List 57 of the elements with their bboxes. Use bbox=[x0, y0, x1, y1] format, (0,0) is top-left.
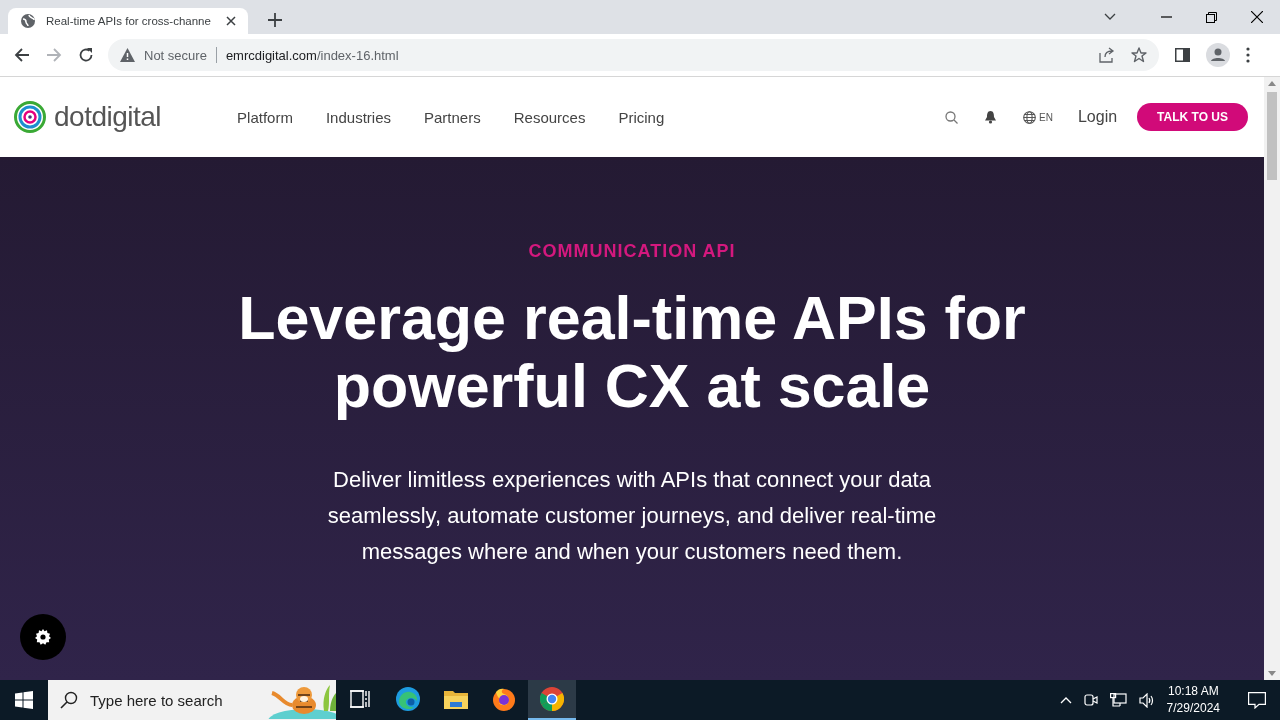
restore-icon[interactable] bbox=[1206, 11, 1217, 23]
task-view-icon bbox=[350, 690, 370, 708]
logo-text[interactable]: dotdigital bbox=[54, 101, 162, 133]
browser-icon bbox=[396, 687, 420, 711]
browser-tab[interactable]: Real-time APIs for cross-channe bbox=[8, 8, 248, 34]
login-link[interactable]: Login bbox=[1077, 108, 1118, 126]
url-text: emrcdigital.com/index-16.html bbox=[225, 47, 399, 63]
search-icon[interactable] bbox=[945, 110, 959, 124]
profile-icon[interactable] bbox=[1206, 43, 1230, 67]
volume-icon[interactable] bbox=[1138, 692, 1155, 708]
globe-icon bbox=[1023, 110, 1037, 124]
nav-link[interactable]: Partners bbox=[424, 108, 481, 126]
search-icon bbox=[60, 691, 78, 709]
new-tab-icon[interactable] bbox=[268, 13, 282, 27]
hero-headline: Leverage real-time APIs for powerful CX at scale bbox=[237, 284, 1027, 420]
folder-icon bbox=[444, 689, 468, 709]
globe-icon bbox=[20, 13, 36, 29]
address-bar[interactable]: Not secure emrcdigital.com/index-16.html bbox=[108, 39, 1159, 71]
forward-icon bbox=[46, 47, 62, 63]
browser-icon bbox=[492, 687, 516, 711]
clock-time[interactable]: 10:18 AM bbox=[1167, 683, 1219, 700]
close-icon[interactable] bbox=[226, 16, 236, 26]
chevron-up-icon[interactable] bbox=[1059, 696, 1072, 704]
chevron-down-icon[interactable] bbox=[1104, 13, 1116, 21]
windows-icon bbox=[15, 691, 33, 709]
tab-title: Real-time APIs for cross-channe bbox=[46, 15, 212, 27]
talk-to-us-button[interactable]: TALK TO US bbox=[1137, 103, 1248, 131]
target-icon[interactable] bbox=[14, 101, 46, 133]
nav-link[interactable]: Industries bbox=[325, 108, 391, 126]
scrollbar[interactable] bbox=[1264, 77, 1280, 680]
settings-icon bbox=[35, 629, 51, 645]
reload-icon[interactable] bbox=[78, 47, 94, 63]
nav-link[interactable]: Platform bbox=[237, 108, 293, 126]
security-label: Not secure bbox=[144, 47, 207, 63]
scroll-thumb[interactable] bbox=[1267, 92, 1277, 180]
bell-icon[interactable] bbox=[984, 110, 998, 124]
side-panel-icon[interactable] bbox=[1175, 48, 1190, 62]
nav-link[interactable]: Resources bbox=[513, 108, 586, 126]
menu-icon[interactable] bbox=[1246, 47, 1250, 63]
nav-link[interactable]: Pricing bbox=[618, 108, 665, 126]
hero-description: Deliver limitless experiences with APIs that connect your data seamlessly, automate customer journeys, and deliver real-time messages where and when your customers need them. bbox=[326, 466, 938, 566]
eyebrow-label: COMMUNICATION API bbox=[528, 241, 736, 262]
language-selector[interactable]: EN bbox=[1023, 110, 1053, 124]
settings-button[interactable] bbox=[20, 614, 66, 660]
scroll-up-icon[interactable] bbox=[1268, 81, 1276, 86]
notifications-icon[interactable] bbox=[1248, 691, 1266, 709]
camera-icon[interactable] bbox=[1083, 692, 1098, 708]
scroll-down-icon[interactable] bbox=[1268, 671, 1276, 676]
warning-icon bbox=[120, 48, 135, 62]
back-icon[interactable] bbox=[14, 47, 30, 63]
network-icon[interactable] bbox=[1109, 692, 1127, 708]
share-icon[interactable] bbox=[1099, 47, 1115, 63]
star-icon[interactable] bbox=[1131, 47, 1147, 63]
taskbar-app[interactable] bbox=[528, 680, 576, 720]
close-icon[interactable] bbox=[1251, 11, 1263, 23]
clock-date[interactable]: 7/29/2024 bbox=[1166, 700, 1220, 717]
browser-icon bbox=[540, 687, 564, 711]
